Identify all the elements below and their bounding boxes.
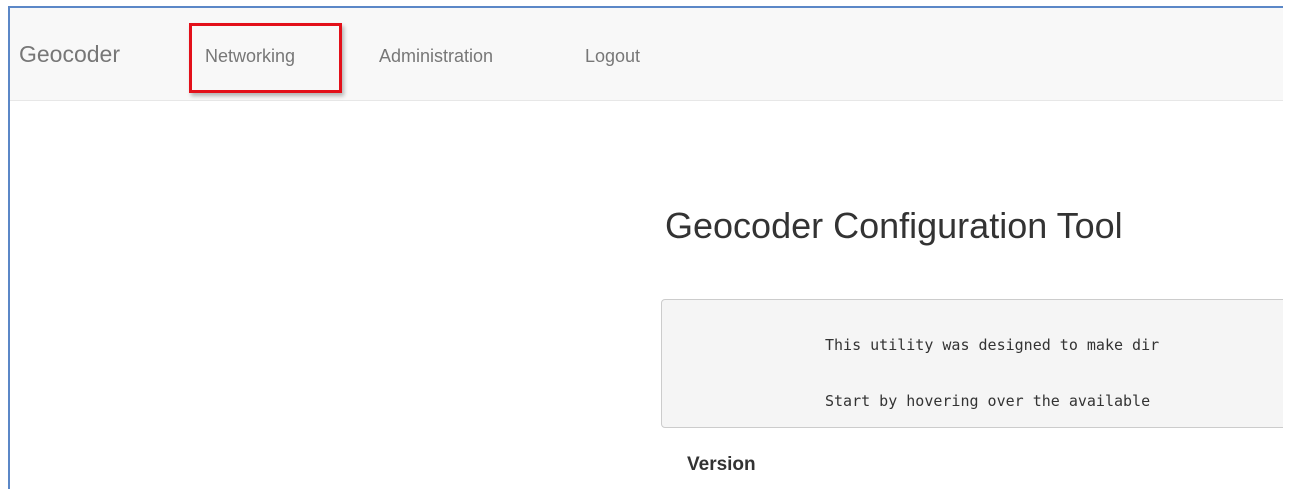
- info-text-line: Start by hovering over the available: [825, 392, 1151, 410]
- nav-item-logout[interactable]: Logout: [585, 45, 640, 67]
- page-title: Geocoder Configuration Tool: [665, 205, 1123, 246]
- brand-link[interactable]: Geocoder: [19, 40, 120, 68]
- info-text-line: This utility was designed to make dir: [825, 336, 1160, 354]
- info-panel: This utility was designed to make dir St…: [661, 299, 1283, 428]
- top-navbar: Geocoder Networking Administration Logou…: [10, 8, 1283, 101]
- version-label: Version: [687, 454, 756, 475]
- nav-item-networking[interactable]: Networking: [205, 45, 295, 67]
- nav-item-administration[interactable]: Administration: [379, 45, 493, 67]
- browser-viewport: Geocoder Networking Administration Logou…: [8, 6, 1283, 489]
